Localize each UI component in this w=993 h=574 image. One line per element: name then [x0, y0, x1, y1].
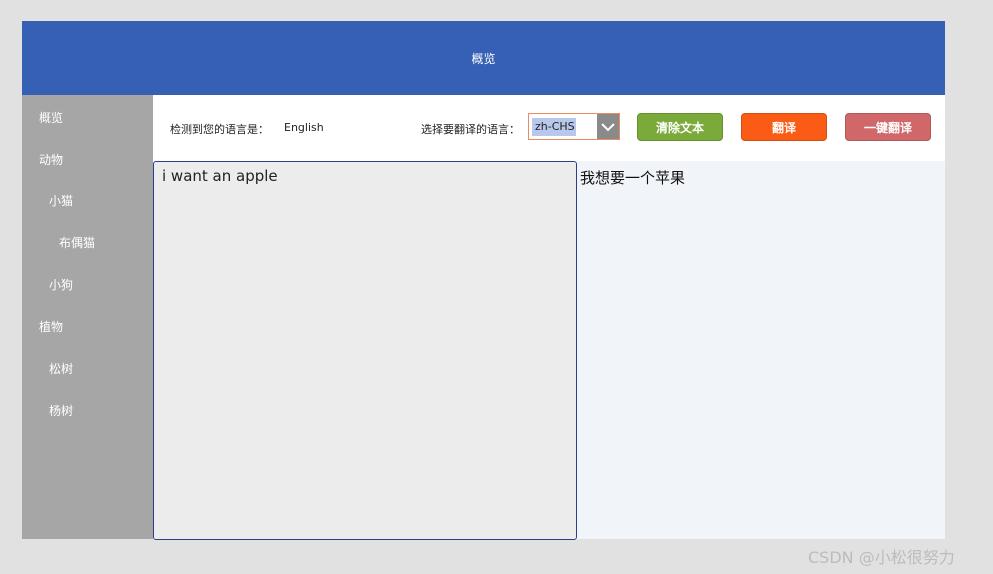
sidebar-item-overview[interactable]: 概览: [39, 109, 63, 126]
sidebar-item-kitten[interactable]: 小猫: [49, 192, 73, 209]
sidebar-item-ragdoll[interactable]: 布偶猫: [59, 234, 95, 251]
page-title: 概览: [471, 51, 496, 66]
target-language-select[interactable]: zh-CHS: [528, 113, 620, 140]
chevron-down-icon[interactable]: [597, 114, 619, 139]
translation-output: 我想要一个苹果: [577, 161, 945, 539]
source-text-input[interactable]: i want an apple: [153, 161, 577, 540]
watermark: CSDN @小松很努力: [808, 548, 955, 567]
sidebar-item-poplar[interactable]: 杨树: [49, 402, 73, 419]
sidebar-item-animals[interactable]: 动物: [39, 151, 63, 168]
sidebar-item-pine[interactable]: 松树: [49, 360, 73, 377]
clear-text-button[interactable]: 清除文本: [637, 113, 723, 141]
sidebar: 概览 动物 小猫 布偶猫 小狗 植物 松树 杨树: [22, 95, 153, 539]
target-language-label: 选择要翻译的语言：: [421, 123, 520, 136]
one-click-translate-button[interactable]: 一键翻译: [845, 113, 931, 141]
page-header: 概览: [22, 21, 945, 95]
translate-button[interactable]: 翻译: [741, 113, 827, 141]
app-window: 概览 概览 动物 小猫 布偶猫 小狗 植物 松树 杨树 检测到您的语言是： En…: [22, 21, 945, 540]
detected-language-value: English: [284, 121, 324, 134]
detected-language-label: 检测到您的语言是：: [170, 123, 269, 136]
target-language-value: zh-CHS: [532, 118, 576, 136]
sidebar-item-plants[interactable]: 植物: [39, 318, 63, 335]
sidebar-item-puppy[interactable]: 小狗: [49, 276, 73, 293]
